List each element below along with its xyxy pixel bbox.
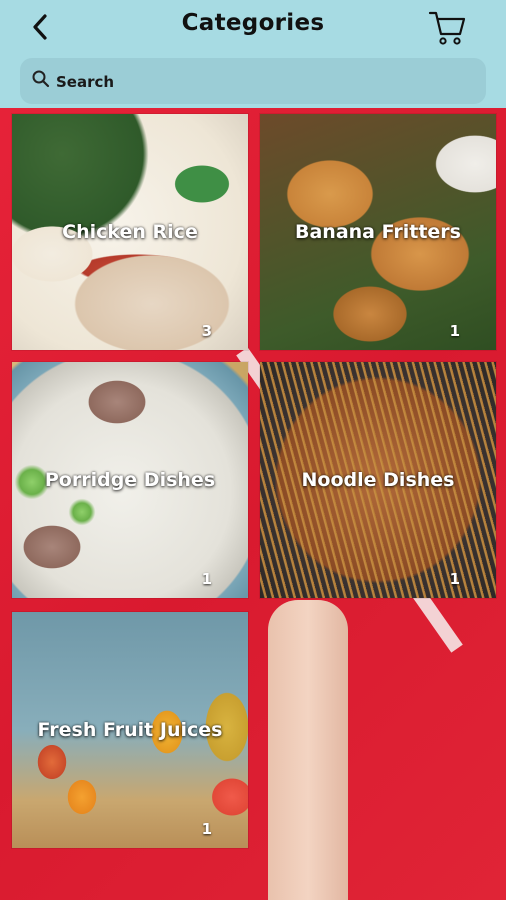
category-count: 1 — [201, 570, 212, 588]
category-count: 1 — [449, 322, 460, 340]
category-count: 1 — [449, 570, 460, 588]
category-count: 3 — [201, 322, 212, 340]
category-tile-banana-fritters[interactable]: Banana Fritters 1 — [260, 114, 496, 350]
cart-icon — [428, 11, 466, 45]
search-icon — [32, 70, 50, 88]
category-tile-porridge-dishes[interactable]: Porridge Dishes 1 — [12, 362, 248, 598]
cart-button[interactable] — [428, 8, 468, 48]
category-tile-fresh-fruit-juices[interactable]: Fresh Fruit Juices 1 — [12, 612, 248, 848]
category-tile-chicken-rice[interactable]: Chicken Rice 3 — [12, 114, 248, 350]
search-bar[interactable] — [20, 58, 486, 104]
category-name: Banana Fritters — [295, 221, 461, 243]
category-name: Porridge Dishes — [44, 469, 216, 491]
category-name: Noodle Dishes — [301, 469, 455, 491]
category-tile-noodle-dishes[interactable]: Noodle Dishes 1 — [260, 362, 496, 598]
app-header: Categories — [0, 0, 506, 108]
category-count: 1 — [201, 820, 212, 838]
category-name: Chicken Rice — [62, 221, 198, 243]
search-input[interactable] — [54, 67, 478, 97]
background-hand-image — [268, 600, 348, 900]
category-name: Fresh Fruit Juices — [37, 719, 223, 741]
